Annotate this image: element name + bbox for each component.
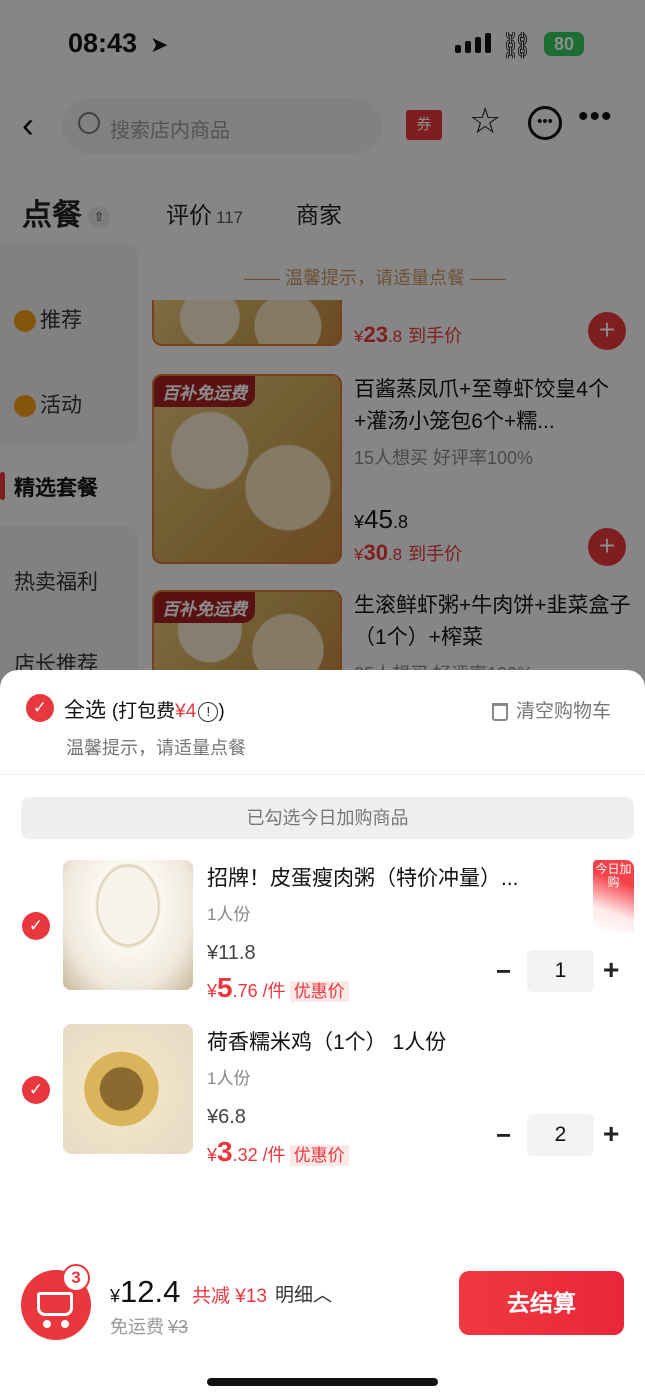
price-detail-button[interactable]: 明细︿ bbox=[275, 1280, 332, 1307]
packing-fee-value: ¥4 bbox=[175, 701, 197, 722]
cart-wheel bbox=[61, 1320, 69, 1328]
free-shipping-note: 免运费 ¥3 bbox=[110, 1313, 188, 1339]
currency-symbol: ¥ bbox=[207, 1145, 218, 1165]
clear-cart-label: 清空购物车 bbox=[516, 701, 612, 722]
packing-fee-suffix: ) bbox=[218, 701, 225, 722]
congee-image bbox=[63, 860, 193, 990]
deal-unit: /件 bbox=[262, 1145, 286, 1165]
increase-button[interactable]: + bbox=[603, 1118, 619, 1150]
deal-dec: .76 bbox=[232, 981, 258, 1001]
clear-cart-button[interactable]: 清空购物车 bbox=[492, 696, 611, 723]
currency-symbol: ¥ bbox=[110, 1286, 121, 1306]
cart-item: ✓ 招牌！皮蛋瘦肉粥（特价冲量）... 今日加购 1人份 ¥11.8 ¥5.76… bbox=[0, 860, 645, 1003]
currency-symbol: ¥ bbox=[207, 981, 218, 1001]
select-all-label[interactable]: 全选 (打包费¥4!) bbox=[64, 694, 225, 724]
increase-button[interactable]: + bbox=[603, 954, 619, 986]
total-value: 12.4 bbox=[120, 1274, 181, 1309]
page: 08:43 ➤ ⛓ 80 ‹ 搜索店内商品 券 ☆ ••• ••• 点餐 ⇧ 评价… bbox=[0, 0, 645, 1398]
decrease-button[interactable]: − bbox=[496, 1120, 511, 1151]
checkout-bar: 3 ¥12.4 共减 ¥13 明细︿ 免运费 ¥3 去结算 bbox=[0, 1260, 645, 1398]
item-checkbox[interactable]: ✓ bbox=[22, 1076, 50, 1104]
sheet-tip: 温馨提示，请适量点餐 bbox=[66, 738, 246, 758]
info-icon[interactable]: ! bbox=[198, 701, 219, 722]
cart-item: ✓ 荷香糯米鸡（1个） 1人份 1人份 ¥6.8 ¥3.32 /件 优惠价 − 2… bbox=[0, 1024, 645, 1167]
free-shipping-label: 免运费 bbox=[110, 1317, 164, 1337]
cart-item-original-price: ¥6.8 bbox=[207, 1106, 246, 1128]
quantity-field[interactable]: 1 bbox=[527, 950, 594, 992]
trash-icon bbox=[492, 702, 508, 721]
deal-dec: .32 bbox=[232, 1145, 258, 1165]
divider bbox=[0, 774, 645, 775]
packing-fee-prefix: (打包费 bbox=[111, 701, 176, 722]
cart-item-deal-price: ¥5.76 /件 优惠价 bbox=[207, 972, 349, 1004]
discount-amount: 共减 ¥13 bbox=[192, 1286, 267, 1307]
deal-int: 3 bbox=[217, 1136, 233, 1167]
select-all-checkbox[interactable]: ✓ bbox=[26, 694, 54, 722]
cart-item-deal-price: ¥3.32 /件 优惠价 bbox=[207, 1136, 349, 1168]
quantity-field[interactable]: 2 bbox=[527, 1114, 594, 1156]
decrease-button[interactable]: − bbox=[496, 956, 511, 987]
cart-icon bbox=[37, 1292, 73, 1316]
cart-item-name: 招牌！皮蛋瘦肉粥（特价冲量）... bbox=[207, 867, 519, 890]
cart-item-original-price: ¥11.8 bbox=[207, 942, 256, 964]
detail-label: 明细 bbox=[275, 1285, 314, 1306]
packing-fee: (打包费¥4!) bbox=[112, 701, 225, 722]
home-indicator bbox=[207, 1378, 438, 1386]
cart-item-serving: 1人份 bbox=[207, 905, 251, 924]
checkout-button[interactable]: 去结算 bbox=[459, 1271, 624, 1335]
cart-item-serving: 1人份 bbox=[207, 1069, 251, 1088]
deal-label: 优惠价 bbox=[289, 1145, 349, 1166]
cart-wheel bbox=[43, 1320, 51, 1328]
item-checkbox[interactable]: ✓ bbox=[22, 912, 50, 940]
today-added-ribbon: 今日加购 bbox=[593, 860, 634, 932]
today-added-banner: 已勾选今日加购商品 bbox=[21, 797, 634, 839]
deal-int: 5 bbox=[217, 972, 233, 1003]
chevron-up-icon: ︿ bbox=[313, 1285, 333, 1306]
select-all-text: 全选 bbox=[64, 699, 106, 722]
deal-unit: /件 bbox=[262, 981, 286, 1001]
sticky-rice-image bbox=[63, 1024, 193, 1154]
cart-count-badge: 3 bbox=[62, 1264, 90, 1292]
cart-item-name: 荷香糯米鸡（1个） 1人份 bbox=[207, 1031, 447, 1054]
total-price: ¥12.4 bbox=[110, 1274, 180, 1310]
original-shipping-fee: ¥3 bbox=[168, 1317, 189, 1337]
deal-label: 优惠价 bbox=[289, 981, 349, 1002]
